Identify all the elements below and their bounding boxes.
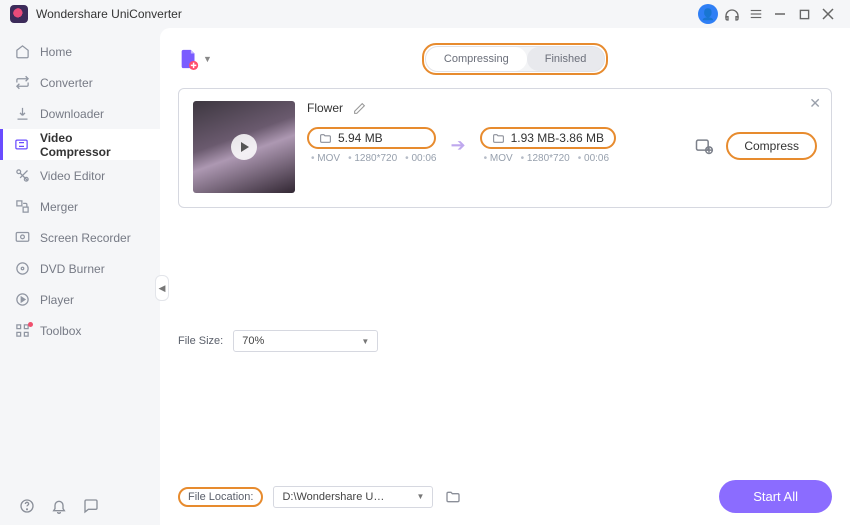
start-all-button[interactable]: Start All xyxy=(719,480,832,513)
arrow-icon: ➔ xyxy=(450,135,465,156)
folder-icon xyxy=(319,132,332,145)
remove-file-button[interactable]: ✕ xyxy=(809,95,821,112)
sidebar-item-toolbox[interactable]: Toolbox xyxy=(0,315,160,346)
source-duration: 00:06 xyxy=(405,153,436,164)
sidebar-item-label: Player xyxy=(40,293,74,307)
sidebar-item-merger[interactable]: Merger xyxy=(0,191,160,222)
downloader-icon xyxy=(14,106,30,122)
tab-label: Compressing xyxy=(444,53,509,65)
open-folder-icon[interactable] xyxy=(443,487,463,507)
minimize-button[interactable] xyxy=(768,2,792,26)
footer-bar: File Size: 70% ▼ xyxy=(178,324,832,364)
help-icon[interactable] xyxy=(18,497,36,515)
recorder-icon xyxy=(14,230,30,246)
dvd-icon xyxy=(14,261,30,277)
target-resolution: 1280*720 xyxy=(521,153,570,164)
sidebar-item-label: Video Editor xyxy=(40,169,105,183)
account-icon[interactable]: 👤 xyxy=(696,2,720,26)
filesize-label: File Size: xyxy=(178,335,223,347)
close-button[interactable] xyxy=(816,2,840,26)
feedback-icon[interactable] xyxy=(82,497,100,515)
sidebar-item-label: Toolbox xyxy=(40,324,81,338)
tabs-highlight: Compressing Finished xyxy=(422,43,608,75)
sidebar-item-label: Converter xyxy=(40,76,93,90)
support-icon[interactable] xyxy=(720,2,744,26)
file-location-label: File Location: xyxy=(178,487,263,507)
file-location-value: D:\Wondershare UniConverter xyxy=(282,491,386,503)
sidebar: Home Converter Downloader Video Compress… xyxy=(0,28,160,525)
editor-icon xyxy=(14,168,30,184)
toolbox-icon xyxy=(14,323,30,339)
rename-icon[interactable] xyxy=(353,102,366,115)
settings-icon[interactable] xyxy=(692,134,716,158)
notification-dot-icon xyxy=(28,322,33,327)
tab-compressing[interactable]: Compressing xyxy=(426,47,527,71)
sidebar-item-label: Downloader xyxy=(40,107,104,121)
maximize-button[interactable] xyxy=(792,2,816,26)
file-name: Flower xyxy=(307,101,343,115)
video-thumbnail[interactable] xyxy=(193,101,295,193)
start-all-label: Start All xyxy=(753,489,798,504)
sidebar-item-label: Merger xyxy=(40,200,78,214)
sidebar-item-label: Video Compressor xyxy=(40,131,146,159)
compress-button-label: Compress xyxy=(744,139,799,153)
sidebar-item-screen-recorder[interactable]: Screen Recorder xyxy=(0,222,160,253)
titlebar: Wondershare UniConverter 👤 xyxy=(0,0,850,28)
add-file-chevron-icon[interactable]: ▼ xyxy=(203,54,212,64)
folder-icon xyxy=(492,132,505,145)
sidebar-item-video-editor[interactable]: Video Editor xyxy=(0,160,160,191)
menu-icon[interactable] xyxy=(744,2,768,26)
sidebar-item-player[interactable]: Player xyxy=(0,284,160,315)
sidebar-item-label: DVD Burner xyxy=(40,262,105,276)
target-duration: 00:06 xyxy=(578,153,609,164)
app-title: Wondershare UniConverter xyxy=(36,7,182,21)
source-size-pill: 5.94 MB xyxy=(307,127,436,149)
sidebar-item-converter[interactable]: Converter xyxy=(0,67,160,98)
sidebar-item-video-compressor[interactable]: Video Compressor xyxy=(0,129,160,160)
file-location-select[interactable]: D:\Wondershare UniConverter ▼ xyxy=(273,486,433,508)
app-logo-icon xyxy=(10,5,28,23)
tab-label: Finished xyxy=(545,53,587,65)
sidebar-item-home[interactable]: Home xyxy=(0,36,160,67)
sidebar-item-label: Screen Recorder xyxy=(40,231,131,245)
sidebar-item-dvd-burner[interactable]: DVD Burner xyxy=(0,253,160,284)
filesize-value: 70% xyxy=(242,335,264,347)
player-icon xyxy=(14,292,30,308)
target-format: MOV xyxy=(484,153,513,164)
source-resolution: 1280*720 xyxy=(348,153,397,164)
sidebar-collapse-handle[interactable]: ◀ xyxy=(155,275,169,301)
compress-button[interactable]: Compress xyxy=(726,132,817,160)
content-area: ▼ Compressing Finished ✕ Flower xyxy=(160,28,850,525)
compressor-icon xyxy=(14,137,30,153)
target-size-value: 1.93 MB-3.86 MB xyxy=(511,131,604,145)
filesize-select[interactable]: 70% ▼ xyxy=(233,330,378,352)
target-size-pill: 1.93 MB-3.86 MB xyxy=(480,127,616,149)
tab-finished[interactable]: Finished xyxy=(527,47,605,71)
add-file-button[interactable] xyxy=(178,48,200,70)
notifications-icon[interactable] xyxy=(50,497,68,515)
sidebar-item-downloader[interactable]: Downloader xyxy=(0,98,160,129)
sidebar-item-label: Home xyxy=(40,45,72,59)
file-card: ✕ Flower 5.94 MB xyxy=(178,88,832,208)
source-size-value: 5.94 MB xyxy=(338,131,383,145)
chevron-down-icon: ▼ xyxy=(417,492,425,501)
merger-icon xyxy=(14,199,30,215)
play-icon xyxy=(231,134,257,160)
chevron-down-icon: ▼ xyxy=(361,337,369,346)
home-icon xyxy=(14,44,30,60)
converter-icon xyxy=(14,75,30,91)
source-format: MOV xyxy=(311,153,340,164)
